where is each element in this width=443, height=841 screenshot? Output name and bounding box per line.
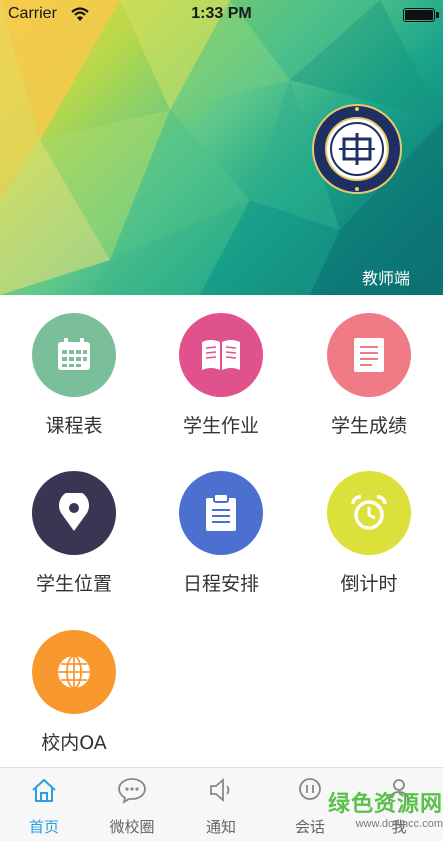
- school-emblem: [311, 103, 403, 195]
- grid-item-label: 日程安排: [182, 573, 259, 595]
- header-banner: Carrier 1:33 PM 教师端: [0, 0, 443, 295]
- tab-label: 微校圈: [109, 818, 155, 836]
- chat-bubble-icon: [88, 768, 176, 812]
- status-bar: Carrier 1:33 PM: [0, 0, 443, 30]
- clock: 1:33 PM: [191, 5, 252, 22]
- clipboard-icon: [179, 471, 263, 555]
- tab-conversations[interactable]: 会话: [266, 768, 354, 841]
- book-icon: [179, 313, 263, 397]
- location-pin-icon: [32, 471, 116, 555]
- grid-item-grades[interactable]: 学生成绩: [295, 313, 443, 438]
- feature-grid: 课程表 学生作业 学生成绩 学生位置 日程安排 倒计时 校内OA: [0, 295, 443, 765]
- tab-bar: 首页 微校圈 通知 会话 我: [0, 767, 443, 841]
- document-icon: [327, 313, 411, 397]
- grid-item-location[interactable]: 学生位置: [0, 471, 148, 596]
- grid-item-homework[interactable]: 学生作业: [147, 313, 295, 438]
- grid-item-label: 学生成绩: [330, 415, 407, 437]
- calendar-icon: [32, 313, 116, 397]
- tab-label: 会话: [294, 818, 325, 836]
- tab-label: 首页: [28, 818, 59, 836]
- person-icon: [355, 768, 443, 812]
- tab-label: 我: [391, 818, 407, 836]
- grid-item-label: 课程表: [45, 415, 103, 437]
- home-icon: [0, 768, 88, 812]
- grid-item-label: 学生位置: [35, 573, 112, 595]
- tab-home[interactable]: 首页: [0, 768, 88, 841]
- tab-notices[interactable]: 通知: [177, 768, 265, 841]
- alarm-clock-icon: [327, 471, 411, 555]
- grid-item-countdown[interactable]: 倒计时: [295, 471, 443, 596]
- grid-item-schedule[interactable]: 课程表: [0, 313, 148, 438]
- battery-icon: [403, 8, 439, 22]
- speaker-icon: [177, 768, 265, 812]
- tab-me[interactable]: 我: [355, 768, 443, 841]
- role-label: 教师端: [361, 269, 410, 288]
- grid-item-label: 学生作业: [182, 415, 259, 437]
- grid-item-label: 倒计时: [340, 573, 398, 595]
- grid-item-label: 校内OA: [41, 732, 107, 754]
- grid-item-oa[interactable]: 校内OA: [0, 630, 148, 755]
- globe-icon: [32, 630, 116, 714]
- tab-moments[interactable]: 微校圈: [88, 768, 176, 841]
- conversation-icon: [266, 768, 354, 812]
- grid-item-agenda[interactable]: 日程安排: [147, 471, 295, 596]
- tab-label: 通知: [205, 818, 236, 836]
